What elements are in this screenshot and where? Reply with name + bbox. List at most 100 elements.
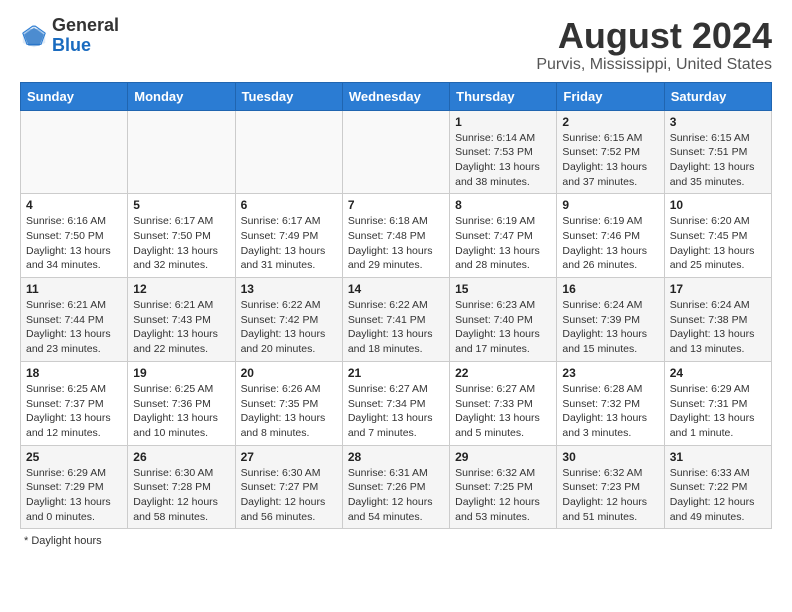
logo-general: General [52, 15, 119, 35]
day-info: Sunrise: 6:32 AMSunset: 7:25 PMDaylight:… [455, 466, 551, 525]
calendar-cell: 30Sunrise: 6:32 AMSunset: 7:23 PMDayligh… [557, 445, 664, 529]
calendar-cell: 25 Sunrise: 6:29 AMSunset: 7:29 PMDayligh… [21, 445, 128, 529]
logo-blue: Blue [52, 35, 91, 55]
calendar-cell: 22 Sunrise: 6:27 AMSunset: 7:33 PMDayligh… [450, 361, 557, 445]
footer-note: * Daylight hours [20, 535, 772, 547]
day-number: 28 [348, 450, 444, 464]
day-info: Sunrise: 6:15 AMSunset: 7:52 PMDaylight:… [562, 131, 658, 190]
calendar-cell: 15 Sunrise: 6:23 AMSunset: 7:40 PMDayligh… [450, 278, 557, 362]
calendar-week-row: 11 Sunrise: 6:21 AMSunset: 7:44 PMDayligh… [21, 278, 772, 362]
day-number: 7 [348, 198, 444, 212]
calendar-cell: 2 Sunrise: 6:15 AMSunset: 7:52 PMDaylight… [557, 110, 664, 194]
footer-label: Daylight hours [31, 535, 101, 547]
day-number: 12 [133, 282, 229, 296]
calendar-cell: 3Sunrise: 6:15 AMSunset: 7:51 PMDaylight… [664, 110, 771, 194]
day-info: Sunrise: 6:19 AMSunset: 7:46 PMDaylight:… [562, 214, 658, 273]
calendar-week-row: 18Sunrise: 6:25 AMSunset: 7:37 PMDayligh… [21, 361, 772, 445]
calendar-cell: 29 Sunrise: 6:32 AMSunset: 7:25 PMDayligh… [450, 445, 557, 529]
calendar-cell [128, 110, 235, 194]
day-info: Sunrise: 6:19 AMSunset: 7:47 PMDaylight:… [455, 214, 551, 273]
day-number: 15 [455, 282, 551, 296]
day-info: Sunrise: 6:22 AMSunset: 7:42 PMDaylight:… [241, 298, 337, 357]
calendar-cell: 19Sunrise: 6:25 AMSunset: 7:36 PMDayligh… [128, 361, 235, 445]
day-number: 26 [133, 450, 229, 464]
day-info: Sunrise: 6:27 AMSunset: 7:34 PMDaylight:… [348, 382, 444, 441]
day-info: Sunrise: 6:25 AMSunset: 7:36 PMDaylight:… [133, 382, 229, 441]
day-info: Sunrise: 6:22 AMSunset: 7:41 PMDaylight:… [348, 298, 444, 357]
day-number: 16 [562, 282, 658, 296]
day-info: Sunrise: 6:15 AMSunset: 7:51 PMDaylight:… [670, 131, 766, 190]
day-info: Sunrise: 6:21 AMSunset: 7:44 PMDaylight:… [26, 298, 122, 357]
day-number: 17 [670, 282, 766, 296]
header: General Blue August 2024 Purvis, Mississ… [20, 16, 772, 74]
day-info: Sunrise: 6:33 AMSunset: 7:22 PMDaylight:… [670, 466, 766, 525]
day-number: 24 [670, 366, 766, 380]
weekday-header: Tuesday [235, 82, 342, 110]
calendar-cell [235, 110, 342, 194]
calendar-cell: 28 Sunrise: 6:31 AMSunset: 7:26 PMDayligh… [342, 445, 449, 529]
calendar-cell: 11 Sunrise: 6:21 AMSunset: 7:44 PMDayligh… [21, 278, 128, 362]
calendar-cell: 4 Sunrise: 6:16 AMSunset: 7:50 PMDaylight… [21, 194, 128, 278]
day-number: 27 [241, 450, 337, 464]
weekday-header: Friday [557, 82, 664, 110]
day-number: 18 [26, 366, 122, 380]
calendar-cell [342, 110, 449, 194]
day-info: Sunrise: 6:24 AMSunset: 7:38 PMDaylight:… [670, 298, 766, 357]
day-number: 22 [455, 366, 551, 380]
weekday-header: Saturday [664, 82, 771, 110]
calendar-table: SundayMondayTuesdayWednesdayThursdayFrid… [20, 82, 772, 530]
calendar-cell: 13 Sunrise: 6:22 AMSunset: 7:42 PMDayligh… [235, 278, 342, 362]
calendar-cell: 24 Sunrise: 6:29 AMSunset: 7:31 PMDayligh… [664, 361, 771, 445]
weekday-header: Wednesday [342, 82, 449, 110]
day-info: Sunrise: 6:30 AMSunset: 7:27 PMDaylight:… [241, 466, 337, 525]
calendar-cell: 21Sunrise: 6:27 AMSunset: 7:34 PMDayligh… [342, 361, 449, 445]
calendar-week-row: 25 Sunrise: 6:29 AMSunset: 7:29 PMDayligh… [21, 445, 772, 529]
day-info: Sunrise: 6:18 AMSunset: 7:48 PMDaylight:… [348, 214, 444, 273]
day-number: 1 [455, 115, 551, 129]
day-info: Sunrise: 6:32 AMSunset: 7:23 PMDaylight:… [562, 466, 658, 525]
calendar-cell: 8 Sunrise: 6:19 AMSunset: 7:47 PMDaylight… [450, 194, 557, 278]
calendar-cell: 6 Sunrise: 6:17 AMSunset: 7:49 PMDaylight… [235, 194, 342, 278]
day-info: Sunrise: 6:30 AMSunset: 7:28 PMDaylight:… [133, 466, 229, 525]
day-number: 8 [455, 198, 551, 212]
logo: General Blue [20, 16, 119, 56]
calendar-cell: 14 Sunrise: 6:22 AMSunset: 7:41 PMDayligh… [342, 278, 449, 362]
day-info: Sunrise: 6:23 AMSunset: 7:40 PMDaylight:… [455, 298, 551, 357]
calendar-cell: 12Sunrise: 6:21 AMSunset: 7:43 PMDayligh… [128, 278, 235, 362]
day-info: Sunrise: 6:24 AMSunset: 7:39 PMDaylight:… [562, 298, 658, 357]
day-info: Sunrise: 6:27 AMSunset: 7:33 PMDaylight:… [455, 382, 551, 441]
calendar-cell: 1 Sunrise: 6:14 AMSunset: 7:53 PMDaylight… [450, 110, 557, 194]
calendar-cell: 18Sunrise: 6:25 AMSunset: 7:37 PMDayligh… [21, 361, 128, 445]
day-number: 25 [26, 450, 122, 464]
page-subtitle: Purvis, Mississippi, United States [536, 56, 772, 74]
logo-text: General Blue [52, 16, 119, 56]
day-info: Sunrise: 6:29 AMSunset: 7:31 PMDaylight:… [670, 382, 766, 441]
calendar-week-row: 1 Sunrise: 6:14 AMSunset: 7:53 PMDaylight… [21, 110, 772, 194]
day-info: Sunrise: 6:14 AMSunset: 7:53 PMDaylight:… [455, 131, 551, 190]
day-info: Sunrise: 6:17 AMSunset: 7:49 PMDaylight:… [241, 214, 337, 273]
day-info: Sunrise: 6:16 AMSunset: 7:50 PMDaylight:… [26, 214, 122, 273]
day-number: 4 [26, 198, 122, 212]
calendar-cell: 16 Sunrise: 6:24 AMSunset: 7:39 PMDayligh… [557, 278, 664, 362]
day-number: 11 [26, 282, 122, 296]
calendar-cell: 26 Sunrise: 6:30 AMSunset: 7:28 PMDayligh… [128, 445, 235, 529]
day-number: 2 [562, 115, 658, 129]
day-info: Sunrise: 6:20 AMSunset: 7:45 PMDaylight:… [670, 214, 766, 273]
day-info: Sunrise: 6:31 AMSunset: 7:26 PMDaylight:… [348, 466, 444, 525]
day-number: 14 [348, 282, 444, 296]
day-number: 31 [670, 450, 766, 464]
weekday-header: Sunday [21, 82, 128, 110]
day-info: Sunrise: 6:26 AMSunset: 7:35 PMDaylight:… [241, 382, 337, 441]
calendar-cell: 7 Sunrise: 6:18 AMSunset: 7:48 PMDaylight… [342, 194, 449, 278]
calendar-cell: 20Sunrise: 6:26 AMSunset: 7:35 PMDayligh… [235, 361, 342, 445]
day-number: 13 [241, 282, 337, 296]
day-info: Sunrise: 6:29 AMSunset: 7:29 PMDaylight:… [26, 466, 122, 525]
calendar-cell [21, 110, 128, 194]
day-number: 6 [241, 198, 337, 212]
day-number: 29 [455, 450, 551, 464]
calendar-cell: 31 Sunrise: 6:33 AMSunset: 7:22 PMDayligh… [664, 445, 771, 529]
day-info: Sunrise: 6:17 AMSunset: 7:50 PMDaylight:… [133, 214, 229, 273]
title-block: August 2024 Purvis, Mississippi, United … [536, 16, 772, 74]
calendar-cell: 23Sunrise: 6:28 AMSunset: 7:32 PMDayligh… [557, 361, 664, 445]
calendar-cell: 5Sunrise: 6:17 AMSunset: 7:50 PMDaylight… [128, 194, 235, 278]
